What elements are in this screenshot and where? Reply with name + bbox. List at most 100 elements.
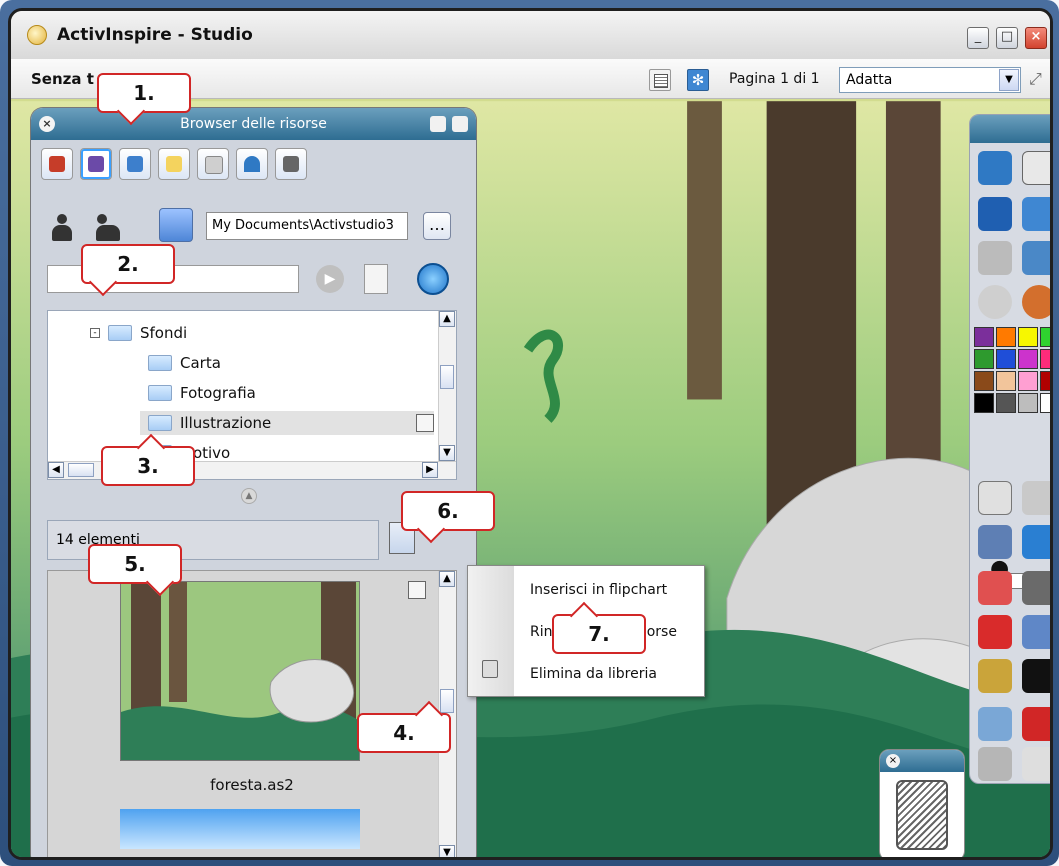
color-swatch[interactable] (1040, 371, 1050, 391)
refresh-icon[interactable] (1022, 707, 1050, 741)
menu-insert-flipchart[interactable]: Inserisci in flipchart (530, 582, 667, 598)
connector-icon[interactable] (1022, 615, 1050, 649)
clipart-icon[interactable] (978, 659, 1012, 693)
callout-2: 2. (81, 244, 175, 284)
color-swatch[interactable] (1018, 327, 1038, 347)
pen-icon[interactable] (978, 525, 1012, 559)
scroll-left-icon[interactable]: ◀ (48, 462, 64, 478)
tab-other[interactable] (275, 148, 307, 180)
path-field[interactable]: My Documents\Activstudio3 (206, 212, 408, 240)
fullscreen-icon[interactable]: ⤢ (1029, 69, 1050, 91)
text-icon[interactable] (1022, 659, 1050, 693)
app-logo-icon (27, 25, 47, 45)
color-swatch[interactable] (1040, 349, 1050, 369)
color-swatch[interactable] (1040, 393, 1050, 413)
callout-1: 1. (97, 73, 191, 113)
eraser-icon[interactable] (978, 571, 1012, 605)
thumbnail-menu-icon[interactable] (408, 581, 426, 599)
shape-icon[interactable] (978, 615, 1012, 649)
color-swatch[interactable] (996, 393, 1016, 413)
tree-row-illustrazione[interactable]: Illustrazione (140, 411, 434, 435)
tab-my-resources[interactable] (41, 148, 73, 180)
minimize-button[interactable]: _ (967, 27, 989, 49)
color-swatch[interactable] (1018, 349, 1038, 369)
tree-vertical-scrollbar[interactable]: ▲ ▼ (438, 311, 456, 479)
scroll-down-icon[interactable]: ▼ (439, 845, 455, 857)
highlighter-icon[interactable] (1022, 525, 1050, 559)
page-indicator: Pagina 1 di 1 (729, 71, 820, 87)
page-next-icon[interactable] (1022, 241, 1050, 275)
tree-row-sfondi[interactable]: - Sfondi (90, 321, 187, 345)
fill-icon[interactable] (1022, 571, 1050, 605)
scroll-thumb[interactable] (440, 689, 454, 713)
chevron-down-icon[interactable]: ▼ (999, 69, 1019, 91)
color-swatch[interactable] (1018, 393, 1038, 413)
document-icon[interactable] (364, 264, 388, 294)
tree-row-carta[interactable]: Carta (148, 351, 221, 375)
tree-label: Sfondi (140, 324, 188, 342)
color-swatch[interactable] (974, 349, 994, 369)
color-swatch[interactable] (974, 371, 994, 391)
thumbnail-image-2[interactable] (120, 809, 360, 849)
close-icon[interactable]: × (39, 116, 55, 132)
pin-icon[interactable] (452, 116, 468, 132)
page-icon[interactable] (978, 151, 1012, 185)
menu-icon[interactable] (430, 116, 446, 132)
user-icon[interactable] (1022, 151, 1050, 185)
trash-can-icon[interactable] (896, 780, 948, 850)
browse-button[interactable]: … (423, 212, 451, 240)
maximize-button[interactable]: □ (996, 27, 1018, 49)
shared-folder-icon[interactable] (159, 208, 193, 242)
page-notes-icon[interactable] (649, 69, 671, 91)
color-swatch[interactable] (996, 349, 1016, 369)
scroll-up-icon[interactable]: ▲ (439, 571, 455, 587)
wrench-icon[interactable] (1022, 481, 1050, 515)
search-icon[interactable] (417, 263, 449, 295)
zoom-value: Adatta (846, 72, 893, 88)
group-icon[interactable] (95, 212, 121, 242)
tab-backgrounds[interactable] (119, 148, 151, 180)
folder-icon (108, 325, 132, 341)
trash-panel: × (879, 749, 965, 857)
close-button[interactable]: × (1025, 27, 1047, 49)
clear-icon[interactable] (978, 707, 1012, 741)
play-icon[interactable] (978, 285, 1012, 319)
callout-5: 5. (88, 544, 182, 584)
horizontal-scroll-thumb[interactable] (68, 463, 94, 477)
person-icon[interactable] (49, 212, 75, 242)
tree-menu-icon[interactable] (416, 414, 434, 432)
close-icon[interactable]: × (886, 754, 900, 768)
tab-documents[interactable] (197, 148, 229, 180)
undo-icon[interactable] (978, 747, 1012, 781)
zoom-select[interactable]: Adatta ▼ (839, 67, 1021, 93)
color-wheel-icon[interactable] (1022, 285, 1050, 319)
color-swatch[interactable] (996, 327, 1016, 347)
scroll-down-icon[interactable]: ▼ (439, 445, 455, 461)
tab-shared-resources[interactable] (80, 148, 112, 180)
snow-icon[interactable]: ✻ (687, 69, 709, 91)
color-swatch[interactable] (974, 393, 994, 413)
color-swatch[interactable] (1018, 371, 1038, 391)
page-prev-icon[interactable] (978, 241, 1012, 275)
scroll-right-icon[interactable]: ▶ (422, 462, 438, 478)
pen-mode-icon[interactable] (978, 197, 1012, 231)
thumbnail-image[interactable] (120, 581, 360, 761)
color-swatch[interactable] (974, 327, 994, 347)
thumbnail-scene (121, 582, 359, 760)
tools-icon[interactable] (1022, 197, 1050, 231)
color-swatch[interactable] (1040, 327, 1050, 347)
resource-browser-header: × Browser delle risorse (31, 108, 476, 140)
collapse-icon[interactable]: - (90, 328, 100, 338)
tree-row-fotografia[interactable]: Fotografia (148, 381, 256, 405)
menu-delete-library[interactable]: Elimina da libreria (530, 666, 657, 682)
splitter-handle[interactable]: ▲ (241, 488, 257, 504)
redo-icon[interactable] (1022, 747, 1050, 781)
color-swatch[interactable] (996, 371, 1016, 391)
select-tool-icon[interactable] (978, 481, 1012, 515)
title-bar: ActivInspire - Studio _ □ × (11, 11, 1050, 59)
scroll-thumb[interactable] (440, 365, 454, 389)
tab-tools[interactable] (236, 148, 268, 180)
scroll-up-icon[interactable]: ▲ (439, 311, 455, 327)
tab-notes[interactable] (158, 148, 190, 180)
play-icon[interactable]: ▶ (316, 265, 344, 293)
